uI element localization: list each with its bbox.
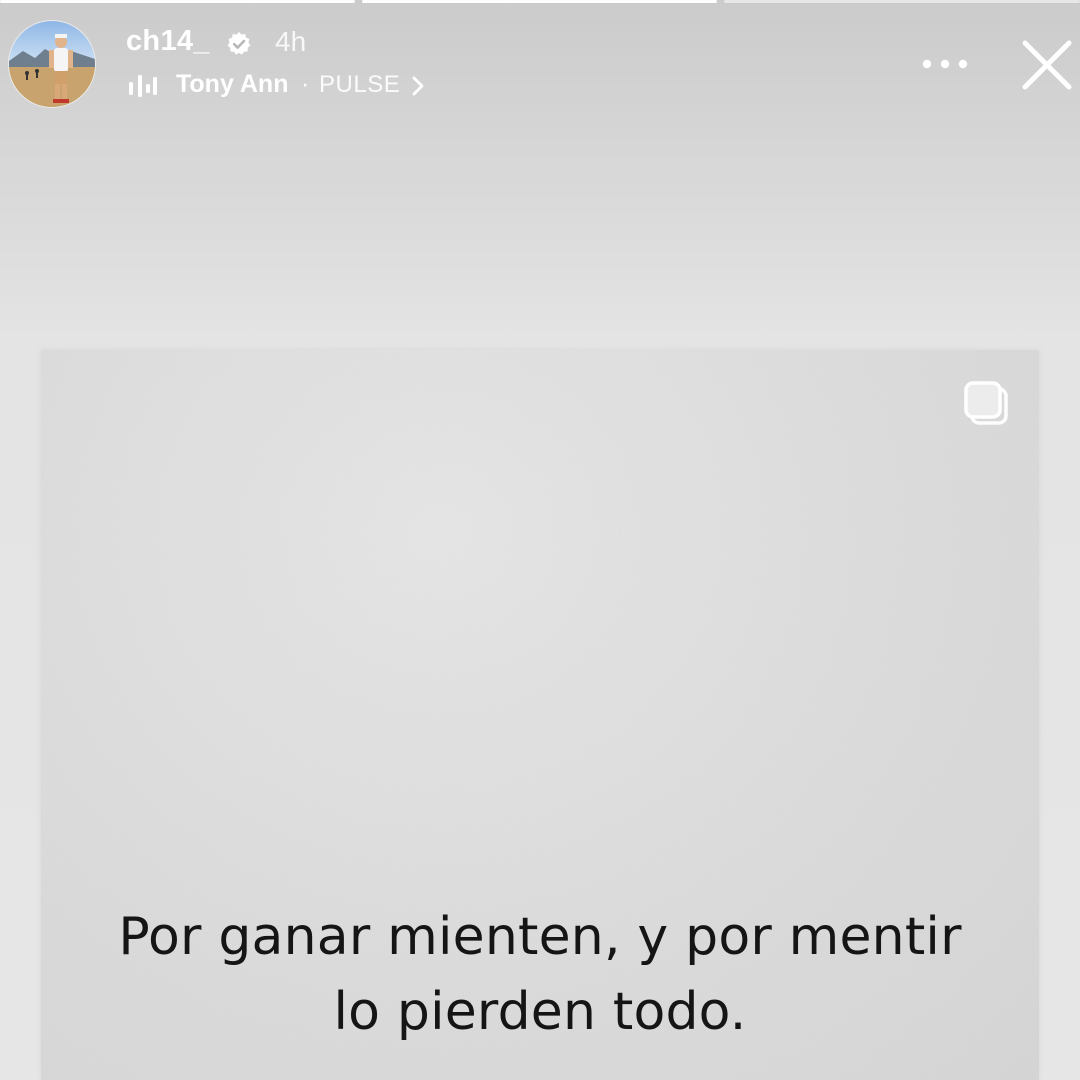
progress-segment-1 bbox=[0, 0, 355, 3]
music-artist[interactable]: Tony Ann bbox=[176, 70, 288, 99]
quote-line-1: Por ganar mienten, y por mentir bbox=[118, 907, 962, 967]
story-progress bbox=[0, 0, 1080, 4]
close-icon[interactable] bbox=[1018, 36, 1076, 94]
username[interactable]: ch14_ bbox=[126, 25, 210, 58]
music-bars-icon bbox=[129, 75, 157, 97]
quote-line-2: lo pierden todo. bbox=[333, 982, 747, 1042]
progress-segment-2 bbox=[362, 0, 717, 3]
progress-segment-3 bbox=[724, 0, 1080, 3]
story-post-card[interactable]: Por ganar mienten, y por mentir lo pierd… bbox=[41, 350, 1039, 1080]
avatar[interactable] bbox=[9, 21, 95, 107]
carousel-icon bbox=[964, 381, 1008, 425]
chevron-right-icon[interactable] bbox=[409, 75, 427, 97]
profile-photo bbox=[9, 21, 95, 107]
music-song[interactable]: PULSE bbox=[319, 71, 400, 99]
timestamp: 4h bbox=[275, 26, 307, 57]
verified-badge-icon bbox=[227, 32, 251, 55]
paper-texture bbox=[41, 350, 1039, 1080]
more-horizontal-icon[interactable] bbox=[918, 50, 972, 78]
music-separator: · bbox=[301, 70, 310, 98]
